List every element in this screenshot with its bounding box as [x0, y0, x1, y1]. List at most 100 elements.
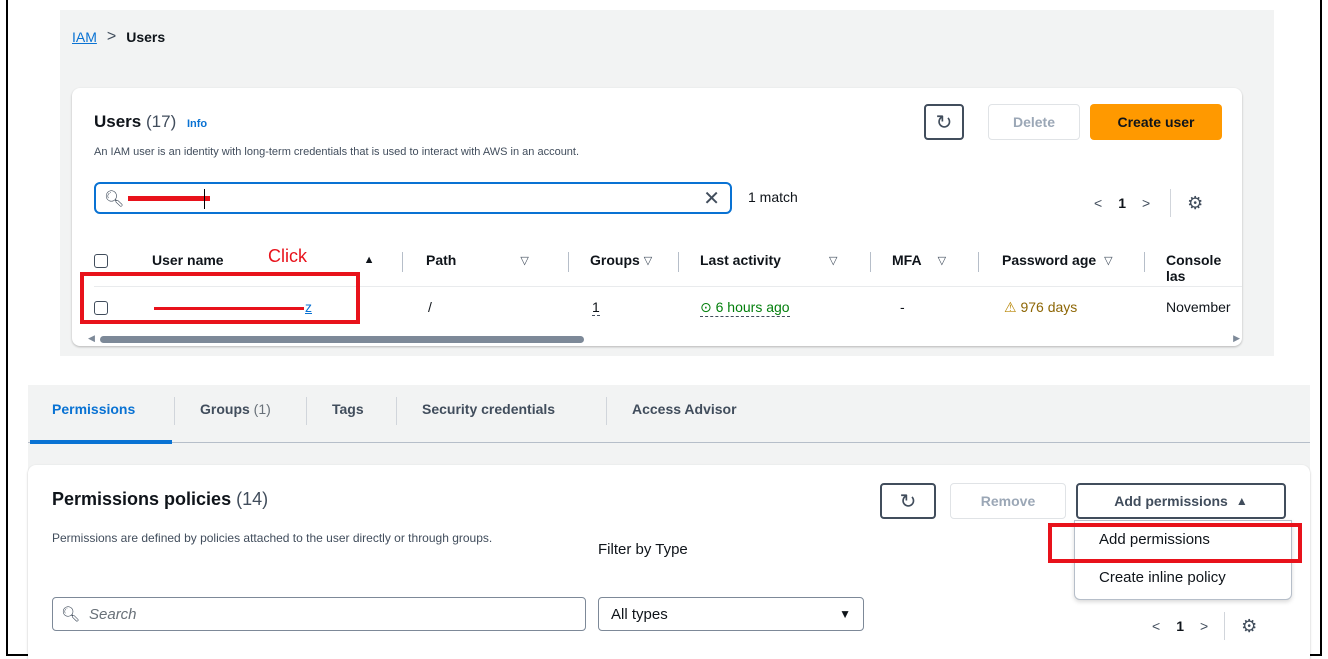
sort-icon: ▽ [828, 254, 838, 267]
tab-groups[interactable]: Groups (1) [200, 401, 271, 417]
highlight-box-user [80, 272, 360, 324]
sort-icon: ▽ [1104, 254, 1113, 267]
gear-icon[interactable]: ⚙ [1241, 616, 1257, 637]
col-password-age[interactable]: Password age ▽ [1002, 252, 1113, 268]
breadcrumb-current: Users [126, 29, 166, 45]
sort-icon: ▽ [520, 254, 529, 267]
col-mfa-label: MFA [892, 252, 922, 268]
info-link[interactable]: Info [187, 118, 207, 130]
col-divider [1144, 252, 1145, 272]
tab-permissions[interactable]: Permissions [52, 401, 135, 417]
refresh-icon: ↻ [899, 490, 917, 513]
cell-password-age: ⚠ 976 days [1004, 299, 1077, 316]
col-path[interactable]: Path ▽ [426, 252, 529, 268]
active-tab-indicator [30, 440, 172, 444]
refresh-icon: ↻ [935, 111, 953, 134]
text-cursor [204, 189, 205, 209]
create-user-button[interactable]: Create user [1090, 104, 1222, 140]
next-page-icon[interactable]: > [1200, 618, 1208, 634]
tab-divider [396, 397, 397, 425]
gear-icon[interactable]: ⚙ [1187, 193, 1203, 214]
permissions-count: (14) [236, 489, 269, 509]
col-console-last-label: Console las [1166, 252, 1222, 284]
breadcrumb: IAM > Users [72, 28, 165, 46]
col-divider [678, 252, 679, 272]
users-search-input[interactable]: 🔍︎ ✕ [94, 182, 732, 214]
col-last-activity[interactable]: Last activity ▽ [700, 252, 837, 268]
horizontal-scrollbar[interactable]: ◀ ▶ [88, 333, 1240, 344]
detail-tabs: Permissions Groups (1) Tags Security cre… [28, 385, 1310, 444]
filter-type-value: All types [611, 606, 668, 623]
check-circle-icon: ⊙ [700, 299, 712, 315]
col-divider [978, 252, 979, 272]
refresh-button[interactable]: ↻ [924, 104, 964, 140]
users-count: (17) [146, 112, 177, 131]
next-page-icon[interactable]: > [1142, 195, 1150, 211]
close-icon[interactable]: ✕ [703, 186, 720, 211]
tab-permissions-label: Permissions [52, 401, 136, 417]
delete-button[interactable]: Delete [988, 104, 1080, 140]
tab-tags[interactable]: Tags [332, 401, 364, 417]
sort-icon: ▽ [643, 254, 653, 267]
refresh-button[interactable]: ↻ [880, 483, 936, 519]
select-all-checkbox[interactable] [94, 254, 108, 268]
highlight-box-add-permissions [1048, 523, 1302, 563]
breadcrumb-separator: > [106, 28, 117, 45]
tab-divider [606, 397, 607, 425]
col-mfa[interactable]: MFA ▽ [892, 252, 946, 268]
password-age-text: 976 days [1020, 299, 1078, 315]
filter-type-select[interactable]: All types ▼ [598, 597, 864, 631]
col-path-label: Path [426, 252, 457, 268]
permissions-pagination: < 1 > ⚙ [1152, 612, 1257, 640]
pagination-divider [1170, 189, 1172, 217]
click-annotation: Click [268, 246, 307, 266]
col-groups[interactable]: Groups ▽ [590, 252, 652, 268]
cell-mfa: - [900, 299, 905, 315]
redaction-mark [128, 196, 210, 201]
add-permissions-label: Add permissions [1114, 493, 1228, 509]
users-description: An IAM user is an identity with long-ter… [94, 146, 580, 158]
cell-console-last: November [1166, 299, 1231, 315]
cell-groups[interactable]: 1 [592, 299, 600, 316]
users-pagination: < 1 > ⚙ [1094, 189, 1203, 217]
add-permissions-button[interactable]: Add permissions ▲ [1076, 483, 1286, 519]
scroll-left-icon[interactable]: ◀ [88, 333, 95, 344]
cell-path: / [428, 299, 432, 315]
cell-last-activity[interactable]: ⊙ 6 hours ago [700, 299, 790, 317]
menu-create-inline-policy[interactable]: Create inline policy [1099, 569, 1226, 586]
tab-groups-count: (1) [253, 401, 271, 417]
users-title: Users (17) Info [94, 112, 207, 132]
col-divider [870, 252, 871, 272]
users-title-text: Users [94, 112, 142, 131]
tab-access-advisor[interactable]: Access Advisor [632, 401, 737, 417]
search-icon: 🔍︎ [104, 191, 125, 208]
tab-security-credentials[interactable]: Security credentials [422, 401, 555, 417]
scrollbar-thumb[interactable] [100, 336, 584, 343]
search-placeholder: Search [89, 606, 137, 623]
scroll-right-icon[interactable]: ▶ [1233, 333, 1240, 344]
prev-page-icon[interactable]: < [1152, 618, 1160, 634]
permissions-description: Permissions are defined by policies atta… [52, 531, 493, 545]
policy-search-input[interactable]: 🔍︎ Search [52, 597, 586, 631]
col-console-last[interactable]: Console las [1166, 252, 1242, 284]
page-number[interactable]: 1 [1176, 618, 1184, 634]
pagination-divider [1224, 612, 1226, 640]
breadcrumb-iam-link[interactable]: IAM [72, 29, 97, 45]
page-number[interactable]: 1 [1118, 195, 1126, 211]
remove-button[interactable]: Remove [950, 483, 1066, 519]
prev-page-icon[interactable]: < [1094, 195, 1102, 211]
col-user-name-label: User name [152, 252, 224, 268]
col-divider [568, 252, 569, 272]
match-count: 1 match [748, 189, 798, 205]
col-divider [402, 252, 403, 272]
search-icon: 🔍︎ [61, 606, 81, 623]
filter-by-type-label: Filter by Type [598, 541, 688, 558]
col-user-name[interactable]: User name ▲ [152, 252, 374, 268]
col-last-activity-label: Last activity [700, 252, 781, 268]
col-groups-label: Groups [590, 252, 640, 268]
caret-up-icon: ▲ [1235, 494, 1248, 508]
permissions-title-text: Permissions policies [52, 489, 232, 509]
user-detail-page: Permissions Groups (1) Tags Security cre… [28, 385, 1310, 659]
tab-groups-label: Groups [200, 401, 250, 417]
caret-down-icon: ▼ [839, 607, 851, 621]
